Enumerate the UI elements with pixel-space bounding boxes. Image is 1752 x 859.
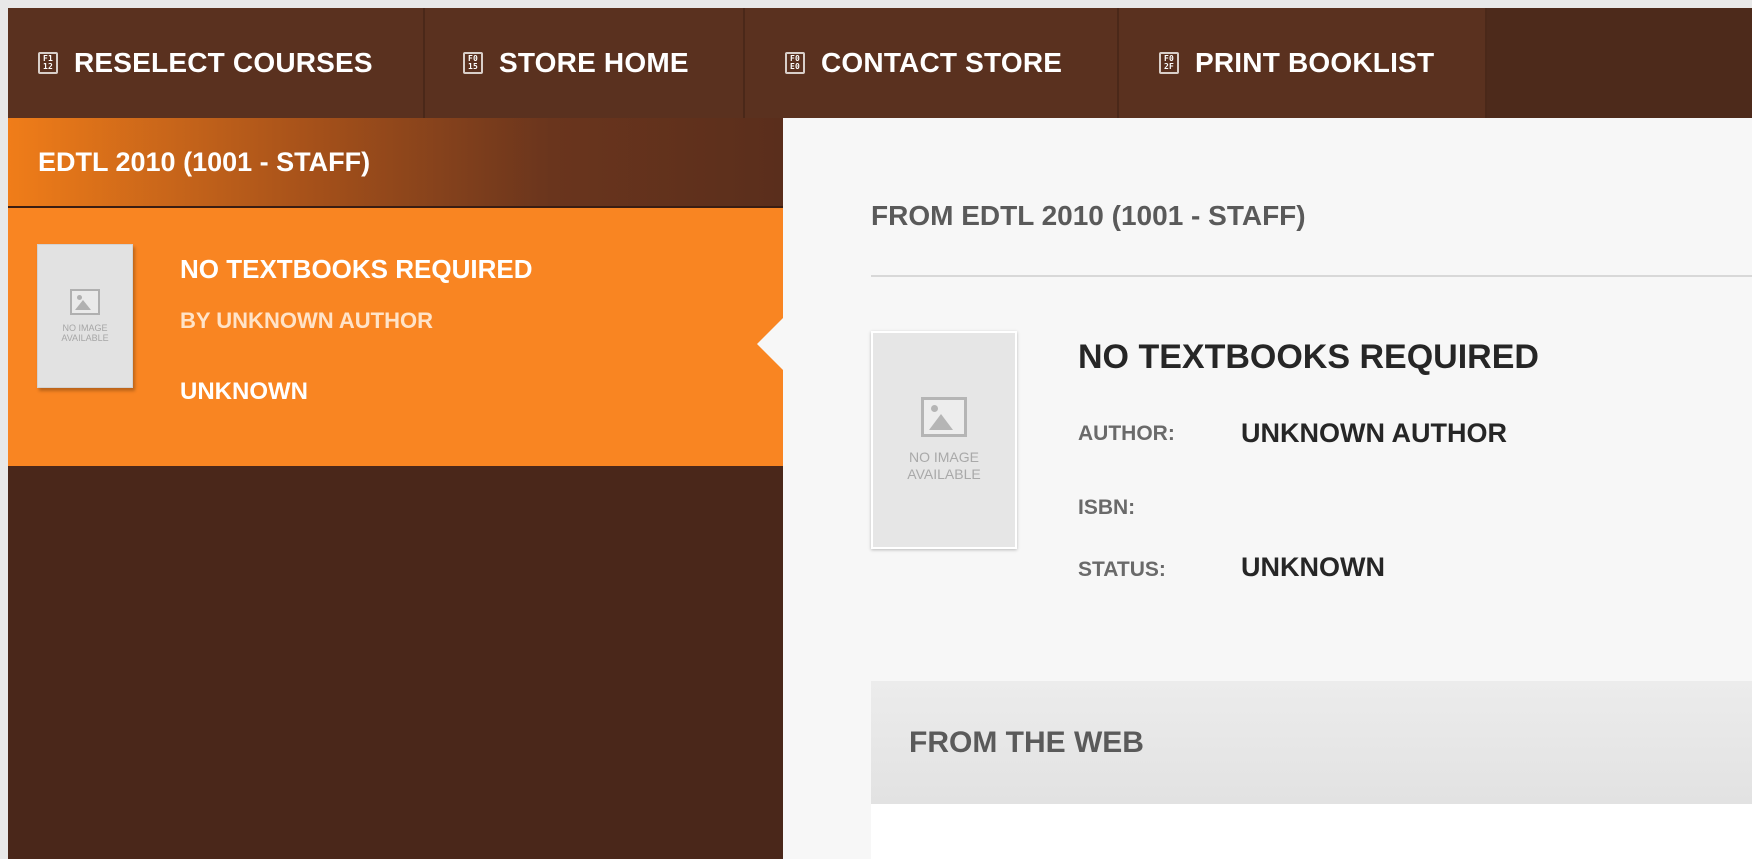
no-image-text: NO IMAGE AVAILABLE <box>61 323 109 343</box>
store-home-icon: F0 15 <box>463 52 483 74</box>
image-placeholder-icon <box>70 289 100 315</box>
status-label: STATUS: <box>1078 558 1166 581</box>
book-author: BY UNKNOWN AUTHOR <box>180 308 433 333</box>
book-detail-title: NO TEXTBOOKS REQUIRED <box>1078 338 1539 376</box>
contact-store-label: CONTACT STORE <box>821 47 1063 78</box>
reselect-courses-icon: F1 12 <box>38 52 58 74</box>
status-value: UNKNOWN <box>1241 552 1385 582</box>
from-the-web-content <box>871 804 1752 859</box>
print-booklist-label: PRINT BOOKLIST <box>1195 47 1435 78</box>
book-detail-panel: FROM EDTL 2010 (1001 - STAFF) NO IMAGE A… <box>783 118 1752 859</box>
book-thumbnail: NO IMAGE AVAILABLE <box>37 244 133 388</box>
reselect-courses-label: RESELECT COURSES <box>74 47 373 78</box>
from-the-web-section: FROM THE WEB <box>871 681 1752 859</box>
image-placeholder-icon <box>921 397 967 437</box>
section-heading: FROM EDTL 2010 (1001 - STAFF) <box>871 200 1306 231</box>
from-the-web-heading: FROM THE WEB <box>871 681 1752 804</box>
book-status: UNKNOWN <box>180 378 308 405</box>
author-value: UNKNOWN AUTHOR <box>1241 418 1507 448</box>
book-list-item-selected[interactable]: NO IMAGE AVAILABLE NO TEXTBOOKS REQUIRED… <box>8 208 783 466</box>
course-header: EDTL 2010 (1001 - STAFF) <box>8 118 783 208</box>
author-label: AUTHOR: <box>1078 422 1175 445</box>
no-image-text: NO IMAGE AVAILABLE <box>907 449 981 482</box>
isbn-label: ISBN: <box>1078 496 1136 519</box>
print-booklist-button[interactable]: F0 2F PRINT BOOKLIST <box>1119 8 1487 118</box>
store-home-label: STORE HOME <box>499 47 689 78</box>
bookstore-window: F1 12 RESELECT COURSES F0 15 STORE HOME F0… <box>8 8 1752 859</box>
book-cover-placeholder: NO IMAGE AVAILABLE <box>871 331 1017 549</box>
selection-pointer <box>757 318 783 370</box>
book-title: NO TEXTBOOKS REQUIRED <box>180 254 533 284</box>
divider <box>871 275 1752 277</box>
top-navigation: F1 12 RESELECT COURSES F0 15 STORE HOME F0… <box>8 8 1752 118</box>
reselect-courses-button[interactable]: F1 12 RESELECT COURSES <box>8 8 425 118</box>
course-sidebar: EDTL 2010 (1001 - STAFF) NO IMAGE AVAILA… <box>8 118 783 859</box>
contact-store-icon: F0 E0 <box>785 52 805 74</box>
print-booklist-icon: F0 2F <box>1159 52 1179 74</box>
store-home-button[interactable]: F0 15 STORE HOME <box>425 8 745 118</box>
contact-store-button[interactable]: F0 E0 CONTACT STORE <box>745 8 1119 118</box>
